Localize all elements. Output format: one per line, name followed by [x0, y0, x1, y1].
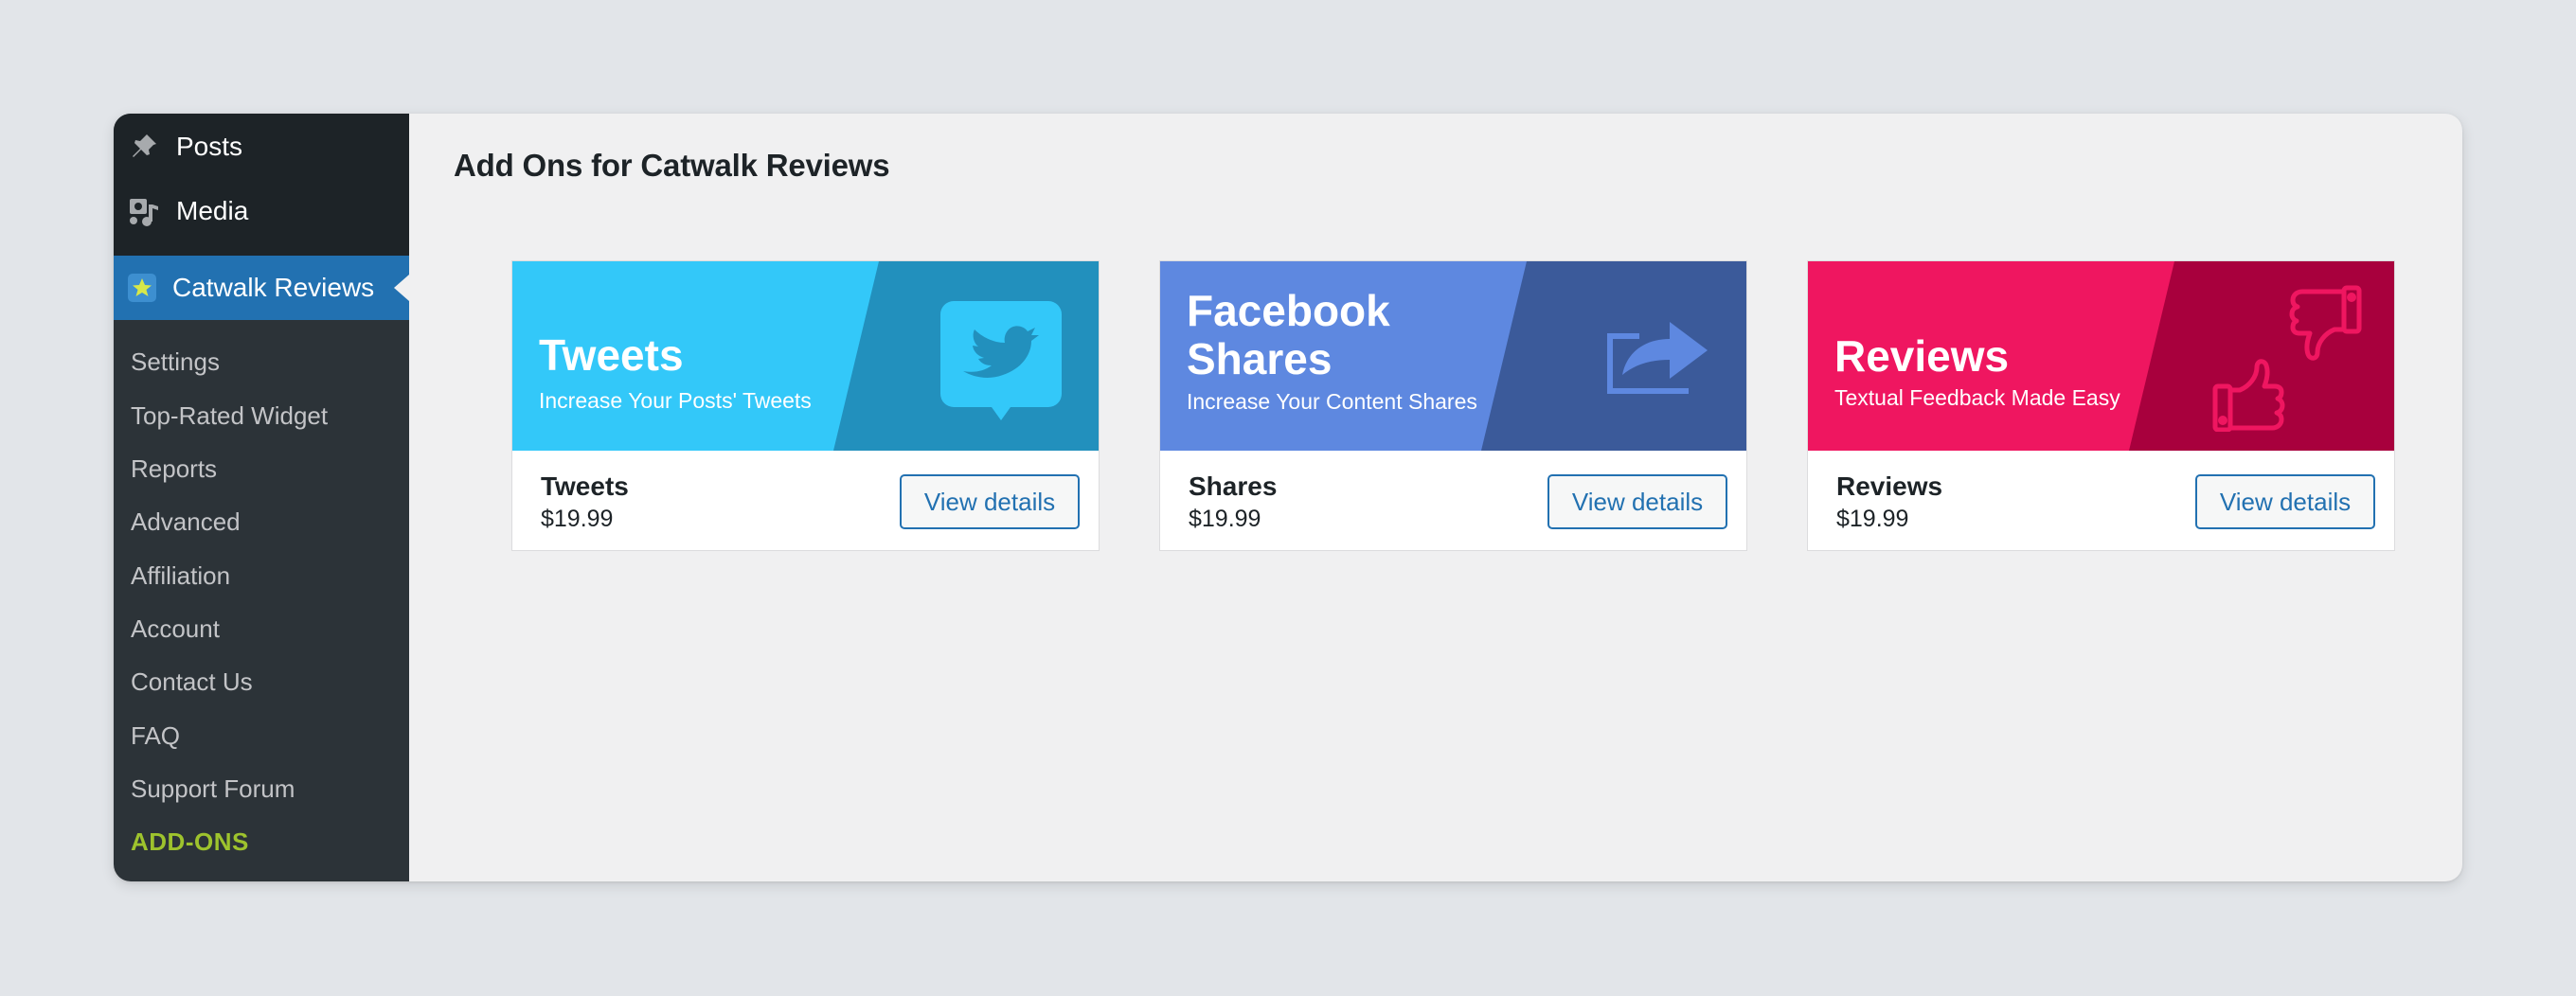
view-details-button[interactable]: View details	[900, 474, 1080, 529]
twitter-bird-icon	[940, 301, 1062, 427]
addon-price: $19.99	[1836, 506, 1909, 532]
addon-card-shares: Facebook Shares Increase Your Content Sh…	[1159, 260, 1747, 551]
addon-price: $19.99	[1189, 506, 1261, 532]
addon-banner: Reviews Textual Feedback Made Easy	[1808, 261, 2394, 451]
banner-subtitle: Increase Your Posts' Tweets	[539, 388, 812, 413]
sidebar-item-catwalk-reviews[interactable]: Catwalk Reviews	[114, 256, 409, 320]
submenu-top-rated-widget[interactable]: Top-Rated Widget	[131, 397, 328, 435]
banner-title-line2: Shares	[1187, 334, 1333, 383]
submenu-add-ons[interactable]: ADD-ONS	[131, 823, 249, 861]
submenu-settings[interactable]: Settings	[131, 343, 220, 381]
sidebar-item-posts[interactable]: Posts	[114, 116, 409, 178]
addon-price: $19.99	[541, 506, 614, 532]
banner-title: Tweets	[539, 330, 684, 380]
main-content: Add Ons for Catwalk Reviews Tweets Incre…	[409, 114, 2462, 881]
addon-info: Reviews $19.99 View details	[1808, 451, 2394, 550]
addon-info: Shares $19.99 View details	[1160, 451, 1746, 550]
submenu-faq[interactable]: FAQ	[131, 717, 180, 755]
addon-card-tweets: Tweets Increase Your Posts' Tweets Tweet…	[511, 260, 1100, 551]
thumbs-up-down-icon	[2211, 284, 2363, 436]
addon-card-reviews: Reviews Textual Feedback Made Easy Revie…	[1807, 260, 2395, 551]
submenu-account[interactable]: Account	[131, 610, 220, 648]
view-details-button[interactable]: View details	[1547, 474, 1727, 529]
view-details-button[interactable]: View details	[2195, 474, 2375, 529]
sidebar-item-label: Posts	[176, 132, 243, 161]
sidebar-item-label: Catwalk Reviews	[172, 273, 375, 302]
admin-window: Posts Media Catwalk Reviews Settings Top…	[114, 114, 2462, 881]
submenu-reports[interactable]: Reports	[131, 450, 217, 488]
addon-name: Tweets	[541, 471, 629, 501]
admin-sidebar: Posts Media Catwalk Reviews Settings Top…	[114, 114, 409, 881]
share-arrow-icon	[1601, 312, 1713, 402]
banner-title: Reviews	[1834, 331, 2010, 381]
addon-banner: Tweets Increase Your Posts' Tweets	[512, 261, 1099, 451]
addon-name: Shares	[1189, 471, 1278, 501]
sidebar-item-media[interactable]: Media	[114, 180, 409, 242]
addon-banner: Facebook Shares Increase Your Content Sh…	[1160, 261, 1746, 451]
sidebar-top-menu: Posts Media	[114, 114, 409, 256]
submenu-advanced[interactable]: Advanced	[131, 503, 241, 541]
submenu-support-forum[interactable]: Support Forum	[131, 770, 295, 808]
submenu-affiliation[interactable]: Affiliation	[131, 557, 230, 595]
banner-subtitle: Textual Feedback Made Easy	[1834, 385, 2120, 410]
catwalk-star-icon	[127, 273, 157, 303]
addon-name: Reviews	[1836, 471, 1943, 501]
page-title: Add Ons for Catwalk Reviews	[454, 148, 890, 183]
banner-title-line1: Facebook	[1187, 286, 1390, 335]
sidebar-item-label: Media	[176, 196, 249, 225]
submenu-contact-us[interactable]: Contact Us	[131, 663, 253, 701]
banner-subtitle: Increase Your Content Shares	[1187, 389, 1477, 414]
media-icon	[123, 190, 165, 232]
pushpin-icon	[123, 126, 165, 168]
addon-info: Tweets $19.99 View details	[512, 451, 1099, 550]
